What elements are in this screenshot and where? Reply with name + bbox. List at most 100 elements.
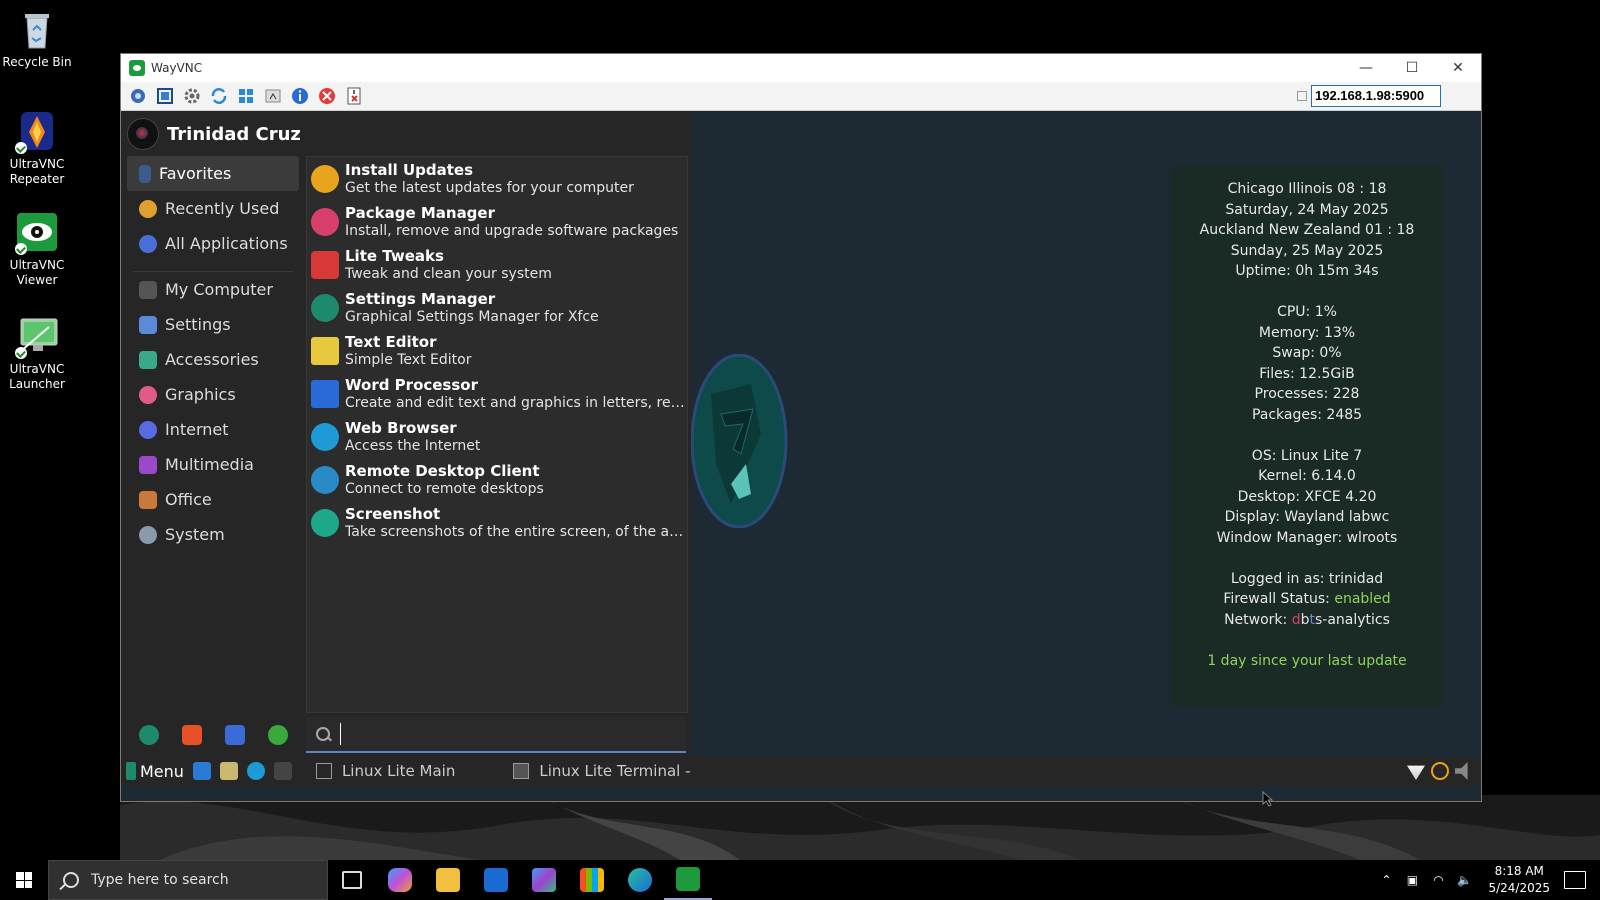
desktop-icon-label: UltraVNC Viewer <box>9 258 65 287</box>
ultravnc-viewer-desktop-icon[interactable]: UltraVNC Viewer <box>0 211 74 288</box>
fullscreen-button[interactable] <box>155 86 175 106</box>
remote-menu-button[interactable]: Menu <box>126 762 184 781</box>
app-name: Package Manager <box>345 203 495 222</box>
app-screenshot[interactable]: Screenshot Take screenshots of the entire… <box>307 501 687 544</box>
category-all-applications[interactable]: All Applications <box>127 226 299 261</box>
settings-manager-icon[interactable] <box>139 725 159 745</box>
app-settings-manager[interactable]: Settings Manager Graphical Settings Manag… <box>307 286 687 329</box>
clock-date: 5/24/2025 <box>1488 881 1550 895</box>
show-desktop-icon[interactable] <box>192 762 211 780</box>
ultravnc-repeater-icon <box>15 110 59 154</box>
user-header: Trinidad Cruz <box>127 118 301 150</box>
windows-taskbar: Type here to search ⌃ ▣ ◠ 🔈 8:18 AM 5/24… <box>0 860 1600 900</box>
m365-button[interactable] <box>520 860 568 900</box>
wifi-icon[interactable]: ◠ <box>1430 872 1446 888</box>
server-address-field[interactable]: 192.168.1.98:5900 <box>1311 85 1441 107</box>
recycle-bin-desktop-icon[interactable]: Recycle Bin <box>0 8 74 70</box>
app-lite-tweaks[interactable]: Lite Tweaks Tweak and clean your system <box>307 243 687 286</box>
options-button[interactable] <box>182 86 202 106</box>
disconnect-button[interactable] <box>317 86 337 106</box>
category-office[interactable]: Office <box>127 482 299 517</box>
info-button[interactable] <box>290 86 310 106</box>
app-remote-desktop-client[interactable]: Remote Desktop Client Connect to remote d… <box>307 458 687 501</box>
close-button[interactable]: ✕ <box>1435 54 1481 82</box>
file-explorer-button[interactable] <box>424 860 472 900</box>
app-package-manager[interactable]: Package Manager Install, remove and upgra… <box>307 200 687 243</box>
edge-button[interactable] <box>616 860 664 900</box>
category-recently-used[interactable]: Recently Used <box>127 191 299 226</box>
memory-usage: Memory: 13% <box>1258 324 1356 341</box>
ultravnc-taskbar-button[interactable] <box>664 860 712 900</box>
category-accessories[interactable]: Accessories <box>127 342 299 377</box>
category-system[interactable]: System <box>127 517 299 552</box>
multimedia-icon <box>139 455 157 474</box>
last-update-status: 1 day since your last update <box>1207 652 1407 669</box>
user-avatar[interactable] <box>127 118 159 150</box>
menu-search-input[interactable] <box>340 723 665 745</box>
volume-icon[interactable] <box>1455 762 1468 780</box>
category-graphics[interactable]: Graphics <box>127 377 299 412</box>
remote-desktop-icon <box>311 465 339 494</box>
ultravnc-repeater-desktop-icon[interactable]: UltraVNC Repeater <box>0 110 74 187</box>
app-name: Web Browser <box>345 418 457 437</box>
maximize-button[interactable]: ☐ <box>1389 54 1435 82</box>
windows-key-icon <box>239 89 253 103</box>
auckland-date: Sunday, 25 May 2025 <box>1230 242 1384 259</box>
browser-icon[interactable] <box>246 762 265 780</box>
switch-user-icon[interactable] <box>225 725 245 745</box>
speaker-icon[interactable]: 🔈 <box>1456 872 1472 888</box>
category-label: System <box>165 525 225 544</box>
refresh-button[interactable] <box>209 86 229 106</box>
outlook-button[interactable] <box>472 860 520 900</box>
shortcut-check-icon <box>15 243 27 255</box>
ultravnc-launcher-desktop-icon[interactable]: UltraVNC Launcher <box>0 315 74 392</box>
copilot-button[interactable] <box>376 860 424 900</box>
window-titlebar[interactable]: WayVNC — ☐ ✕ <box>121 54 1481 82</box>
chevron-up-icon[interactable]: ⌃ <box>1378 872 1394 888</box>
notification-icon[interactable] <box>1564 871 1586 889</box>
updates-icon[interactable] <box>1431 762 1449 780</box>
app-description: Install, remove and upgrade software pac… <box>345 222 679 239</box>
send-ctrl-alt-del-button[interactable] <box>128 86 148 106</box>
task-linux-lite-terminal[interactable]: Linux Lite Terminal - <box>513 762 691 780</box>
category-internet[interactable]: Internet <box>127 412 299 447</box>
network-icon[interactable] <box>1407 765 1425 780</box>
ctrl-alt-del-icon <box>131 89 145 103</box>
app-web-browser[interactable]: Web Browser Access the Internet <box>307 415 687 458</box>
connection-status-icon <box>1297 91 1307 101</box>
task-linux-lite-main[interactable]: Linux Lite Main <box>315 762 455 780</box>
category-label: Settings <box>165 315 231 334</box>
exit-button[interactable] <box>344 86 364 106</box>
recycle-bin-icon <box>15 8 59 52</box>
start-button[interactable] <box>0 860 48 900</box>
apps-icon <box>139 234 157 253</box>
file-transfer-button[interactable] <box>263 86 283 106</box>
app-word-processor[interactable]: Word Processor Create and edit text and g… <box>307 372 687 415</box>
logout-icon[interactable] <box>268 725 288 745</box>
category-label: Internet <box>165 420 229 439</box>
category-favorites[interactable]: Favorites <box>127 156 299 191</box>
minimize-button[interactable]: — <box>1343 54 1389 82</box>
category-multimedia[interactable]: Multimedia <box>127 447 299 482</box>
terminal-icon[interactable] <box>273 762 292 780</box>
app-name: Text Editor <box>345 332 437 351</box>
category-settings[interactable]: Settings <box>127 307 299 342</box>
task-view-button[interactable] <box>328 860 376 900</box>
uptime: Uptime: 0h 15m 34s <box>1235 263 1379 279</box>
microsoft-store-button[interactable] <box>568 860 616 900</box>
desktop-wallpaper <box>120 795 1600 860</box>
app-install-updates[interactable]: Install Updates Get the latest updates fo… <box>307 157 687 200</box>
desktop-icon-label: UltraVNC Launcher <box>9 362 65 391</box>
shortcut-check-icon <box>15 347 27 359</box>
send-win-key-button[interactable] <box>236 86 256 106</box>
category-my-computer[interactable]: My Computer <box>127 272 299 307</box>
files-size: Files: 12.5GiB <box>1259 365 1355 382</box>
meet-now-icon[interactable]: ▣ <box>1404 872 1420 888</box>
lock-icon[interactable] <box>182 725 202 745</box>
taskbar-search-box[interactable]: Type here to search <box>48 860 328 900</box>
web-browser-icon <box>311 422 339 451</box>
app-text-editor[interactable]: Text Editor Simple Text Editor <box>307 329 687 372</box>
remote-desktop-view[interactable]: Trinidad Cruz Favorites Recently Used Al… <box>121 111 1481 801</box>
file-manager-icon[interactable] <box>219 762 238 780</box>
taskbar-clock[interactable]: 8:18 AM 5/24/2025 <box>1488 863 1550 897</box>
